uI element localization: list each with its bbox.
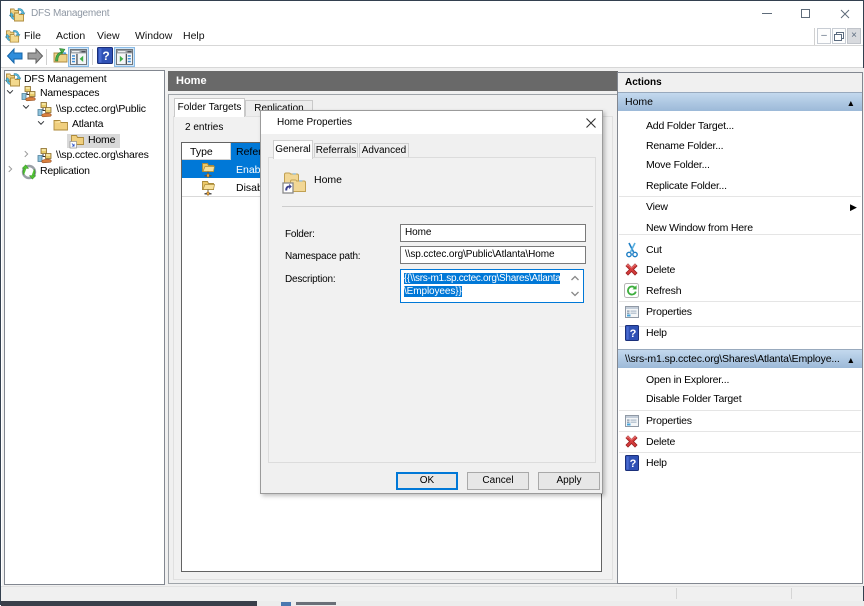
svg-text:?: ? xyxy=(102,49,109,63)
